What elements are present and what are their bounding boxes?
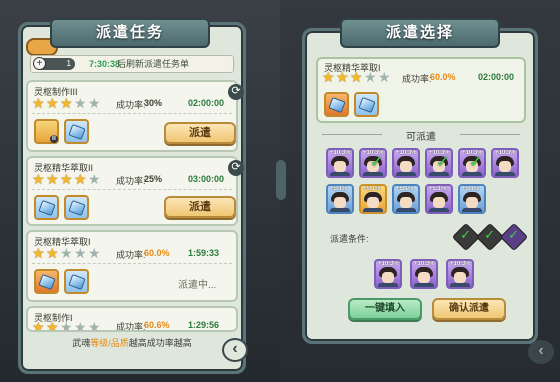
hero-avatar[interactable]: +10.3% ✓: [425, 148, 453, 178]
refresh-icon[interactable]: ⟳: [228, 84, 244, 100]
success-rate: 60.6%: [144, 320, 170, 330]
hero-avatar[interactable]: +10.3% ✓: [359, 148, 387, 178]
star-rating: ★ ★ ★ ★ ★: [32, 245, 101, 261]
selected-check-icon: ✓: [469, 154, 483, 171]
bonus-tag: +10.3%: [378, 261, 399, 267]
task-count: +1: [33, 57, 75, 70]
task-duration: 02:00:00: [478, 72, 515, 82]
bonus-tag: +10.3%: [450, 261, 471, 267]
condition-label: 派遣条件:: [330, 234, 369, 244]
success-rate-label: 成功率:: [116, 176, 146, 186]
star-rating: ★ ★ ★ ★ ★: [32, 171, 101, 187]
hero-avatar[interactable]: +5.1%: [425, 184, 453, 214]
task-card[interactable]: 灵枢制作III ★ ★ ★ ★ ★ 成功率: 30% 02:00:00 Ⅲ 派遣: [26, 80, 238, 152]
star-rating: ★ ★ ★ ★ ★: [322, 69, 391, 85]
gem-item-icon[interactable]: [64, 119, 89, 144]
bonus-tag: +5.1%: [396, 186, 414, 192]
hero-avatar[interactable]: +10.3%: [392, 148, 420, 178]
star-rating: ★ ★ ★ ★ ★: [32, 95, 101, 111]
back-icon[interactable]: ‹: [528, 340, 554, 364]
bonus-tag: +10.3%: [396, 150, 417, 156]
dispatch-button[interactable]: 派遣: [164, 196, 236, 218]
confirm-dispatch-button[interactable]: 确认派遣: [432, 298, 506, 320]
dispatch-task-title: 派遣任务: [50, 18, 210, 48]
success-rate-label: 成功率:: [116, 250, 146, 260]
success-rate: 60.0%: [144, 248, 170, 258]
task-duration: 02:00:00: [188, 98, 225, 108]
task-duration: 1:29:56: [188, 320, 220, 330]
bonus-tag: +10.3%: [330, 150, 351, 156]
selected-hero-avatar[interactable]: +10.3%: [374, 259, 402, 289]
success-rate-label: 成功率:: [116, 100, 146, 110]
bonus-tag: +10.3%: [414, 261, 435, 267]
selected-hero-avatar[interactable]: +10.3%: [446, 259, 474, 289]
selected-hero-avatar[interactable]: +10.3%: [410, 259, 438, 289]
essence-item-icon[interactable]: [324, 92, 349, 117]
task-card[interactable]: 灵枢精华萃取I ★ ★ ★ ★ ★ 成功率: 60.0% 1:59:33 派遣中...: [26, 230, 238, 302]
selected-check-icon: ✓: [370, 154, 384, 171]
success-rate: 25%: [144, 174, 163, 184]
task-duration: 03:00:00: [188, 174, 225, 184]
add-count-icon[interactable]: +: [33, 57, 46, 70]
success-rate-label: 成功率:: [116, 322, 146, 332]
bonus-tag: +5.1%: [429, 186, 447, 192]
bonus-tag: +5.1%: [462, 186, 480, 192]
hero-avatar[interactable]: +5.1%: [458, 184, 486, 214]
reward-item-icon[interactable]: Ⅲ: [34, 119, 59, 144]
bonus-tag: +10.3%: [495, 150, 516, 156]
gem-item-icon[interactable]: [64, 195, 89, 220]
gem-item-icon[interactable]: [354, 92, 379, 117]
task-card[interactable]: 灵枢制作I ★ ★ ★ ★ ★ 成功率: 60.6% 1:29:56: [26, 306, 238, 332]
gem-item-icon[interactable]: [34, 195, 59, 220]
refresh-tip: +1 7:30:38 后刷新派遣任务单: [30, 55, 234, 73]
refresh-timer: 7:30:38: [89, 59, 121, 69]
hero-avatar[interactable]: +10.3%: [491, 148, 519, 178]
hero-avatar[interactable]: +5.1%: [326, 184, 354, 214]
selected-task-card: 灵枢精华萃取I ★ ★ ★ ★ ★ 成功率: 60.0% 02:00:00: [316, 57, 526, 123]
success-rate: 60.0%: [430, 72, 456, 82]
gem-item-icon[interactable]: [64, 269, 89, 294]
hero-avatar[interactable]: +5.1%: [392, 184, 420, 214]
success-rate-label: 成功率:: [402, 74, 432, 84]
dispatch-select-title: 派遣选择: [340, 18, 500, 48]
star-rating: ★ ★ ★ ★ ★: [32, 319, 101, 332]
task-duration: 1:59:33: [188, 248, 220, 258]
bonus-tag: +5.1%: [330, 186, 348, 192]
task-card[interactable]: 灵枢精华萃取II ★ ★ ★ ★ ★ 成功率: 25% 03:00:00 派遣: [26, 156, 238, 226]
success-rate: 30%: [144, 98, 163, 108]
divider-handle: [276, 160, 286, 200]
dispatch-button[interactable]: 派遣: [164, 122, 236, 144]
refresh-tip-text: 后刷新派遣任务单: [117, 59, 190, 69]
hero-avatar[interactable]: +10.3%: [326, 148, 354, 178]
dispatching-status: 派遣中...: [178, 280, 217, 291]
hero-avatar[interactable]: +5.1%: [359, 184, 387, 214]
refresh-icon[interactable]: ⟳: [228, 160, 244, 176]
selected-check-icon: ✓: [436, 154, 450, 171]
back-icon[interactable]: ‹: [222, 338, 248, 362]
footer-tip: 武魂等级/品质越高成功率越高: [72, 338, 192, 348]
hero-avatar[interactable]: +10.3% ✓: [458, 148, 486, 178]
essence-item-icon[interactable]: [34, 269, 59, 294]
auto-fill-button[interactable]: 一键填入: [348, 298, 422, 320]
bonus-tag: +5.1%: [363, 186, 381, 192]
available-section-title: 可派遣: [312, 128, 530, 143]
